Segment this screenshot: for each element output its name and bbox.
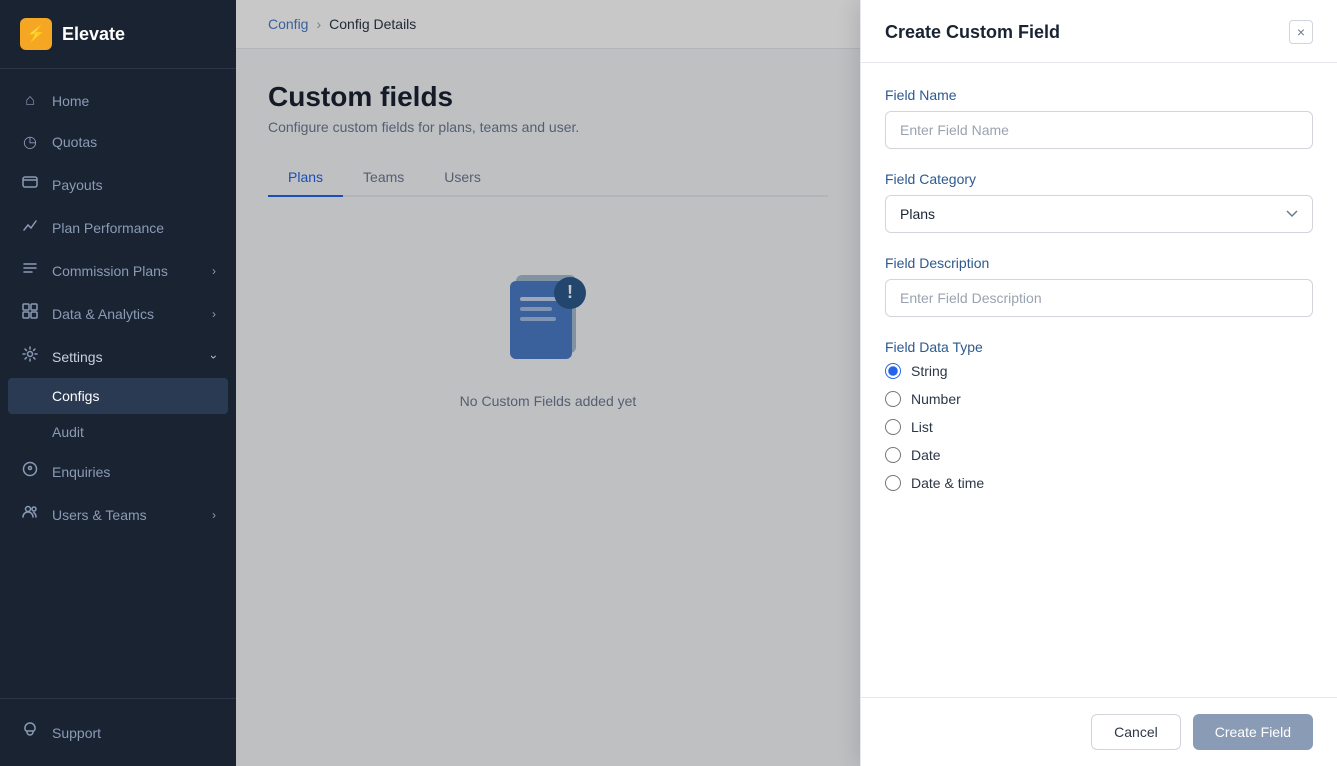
sidebar-item-label: Commission Plans xyxy=(52,263,168,279)
sidebar-item-label: Quotas xyxy=(52,134,97,150)
create-custom-field-panel: Create Custom Field × Field Name Field C… xyxy=(860,0,1337,766)
logo-icon: ⚡ xyxy=(20,18,52,50)
radio-date-time-label: Date & time xyxy=(911,475,984,491)
sidebar-item-label: Home xyxy=(52,93,89,109)
radio-list[interactable] xyxy=(885,419,901,435)
sidebar-sub-item-label: Audit xyxy=(52,424,84,440)
radio-list-label: List xyxy=(911,419,933,435)
sidebar-item-label: Enquiries xyxy=(52,464,110,480)
field-category-select[interactable]: Plans Teams Users xyxy=(885,195,1313,233)
panel-footer: Cancel Create Field xyxy=(861,697,1337,766)
field-description-input[interactable] xyxy=(885,279,1313,317)
radio-date-time[interactable] xyxy=(885,475,901,491)
chevron-up-icon: › xyxy=(207,355,221,359)
sidebar-item-support[interactable]: Support xyxy=(0,711,236,754)
quotas-icon: ◷ xyxy=(20,132,40,152)
sidebar-item-home[interactable]: ⌂ Home xyxy=(0,81,236,121)
sidebar-item-enquiries[interactable]: Enquiries xyxy=(0,450,236,493)
sidebar-item-label: Users & Teams xyxy=(52,507,147,523)
enquiries-icon xyxy=(20,461,40,482)
sidebar-item-quotas[interactable]: ◷ Quotas xyxy=(0,121,236,163)
radio-number[interactable] xyxy=(885,391,901,407)
sidebar-item-payouts[interactable]: Payouts xyxy=(0,163,236,206)
plan-performance-icon xyxy=(20,217,40,238)
sidebar-nav: ⌂ Home ◷ Quotas Payouts Plan Performance… xyxy=(0,69,236,698)
field-category-label: Field Category xyxy=(885,171,1313,187)
sidebar-item-label: Support xyxy=(52,725,101,741)
radio-date[interactable] xyxy=(885,447,901,463)
commission-icon xyxy=(20,260,40,281)
sidebar-sub-item-configs[interactable]: Configs xyxy=(8,378,228,414)
sidebar-bottom: Support xyxy=(0,698,236,766)
radio-group: String Number List Date Date & time xyxy=(885,363,1313,491)
support-icon xyxy=(20,722,40,743)
create-field-button[interactable]: Create Field xyxy=(1193,714,1313,750)
field-name-input[interactable] xyxy=(885,111,1313,149)
radio-date-label: Date xyxy=(911,447,941,463)
users-teams-icon xyxy=(20,504,40,525)
sidebar-item-label: Data & Analytics xyxy=(52,306,154,322)
home-icon: ⌂ xyxy=(20,92,40,110)
sidebar-sub-item-label: Configs xyxy=(52,388,99,404)
close-icon: × xyxy=(1297,24,1305,40)
panel-body: Field Name Field Category Plans Teams Us… xyxy=(861,63,1337,697)
radio-number-label: Number xyxy=(911,391,961,407)
radio-item-number[interactable]: Number xyxy=(885,391,1313,407)
panel-close-button[interactable]: × xyxy=(1289,20,1313,44)
radio-item-date-time[interactable]: Date & time xyxy=(885,475,1313,491)
cancel-button[interactable]: Cancel xyxy=(1091,714,1181,750)
app-logo[interactable]: ⚡ Elevate xyxy=(0,0,236,69)
settings-icon xyxy=(20,346,40,367)
field-name-group: Field Name xyxy=(885,87,1313,149)
field-name-label: Field Name xyxy=(885,87,1313,103)
sidebar-item-commission-plans[interactable]: Commission Plans › xyxy=(0,249,236,292)
sidebar-item-plan-performance[interactable]: Plan Performance xyxy=(0,206,236,249)
chevron-down-icon: › xyxy=(212,508,216,522)
app-name: Elevate xyxy=(62,24,125,45)
panel-overlay xyxy=(236,0,860,766)
analytics-icon xyxy=(20,303,40,324)
sidebar-item-data-analytics[interactable]: Data & Analytics › xyxy=(0,292,236,335)
panel-title: Create Custom Field xyxy=(885,22,1060,43)
panel-header: Create Custom Field × xyxy=(861,0,1337,63)
payouts-icon xyxy=(20,174,40,195)
sidebar-item-settings[interactable]: Settings › xyxy=(0,335,236,378)
radio-item-string[interactable]: String xyxy=(885,363,1313,379)
sidebar-item-label: Settings xyxy=(52,349,103,365)
field-description-label: Field Description xyxy=(885,255,1313,271)
main-content: Config › Config Details Custom fields Co… xyxy=(236,0,860,766)
sidebar-item-label: Payouts xyxy=(52,177,103,193)
radio-item-date[interactable]: Date xyxy=(885,447,1313,463)
radio-item-list[interactable]: List xyxy=(885,419,1313,435)
field-data-type-label: Field Data Type xyxy=(885,339,1313,355)
field-description-group: Field Description xyxy=(885,255,1313,317)
sidebar-item-users-teams[interactable]: Users & Teams › xyxy=(0,493,236,536)
sidebar: ⚡ Elevate ⌂ Home ◷ Quotas Payouts Plan P… xyxy=(0,0,236,766)
field-data-type-group: Field Data Type String Number List Date xyxy=(885,339,1313,491)
radio-string[interactable] xyxy=(885,363,901,379)
chevron-down-icon: › xyxy=(212,307,216,321)
sidebar-item-label: Plan Performance xyxy=(52,220,164,236)
radio-string-label: String xyxy=(911,363,948,379)
field-category-group: Field Category Plans Teams Users xyxy=(885,171,1313,233)
chevron-down-icon: › xyxy=(212,264,216,278)
sidebar-sub-item-audit[interactable]: Audit xyxy=(0,414,236,450)
